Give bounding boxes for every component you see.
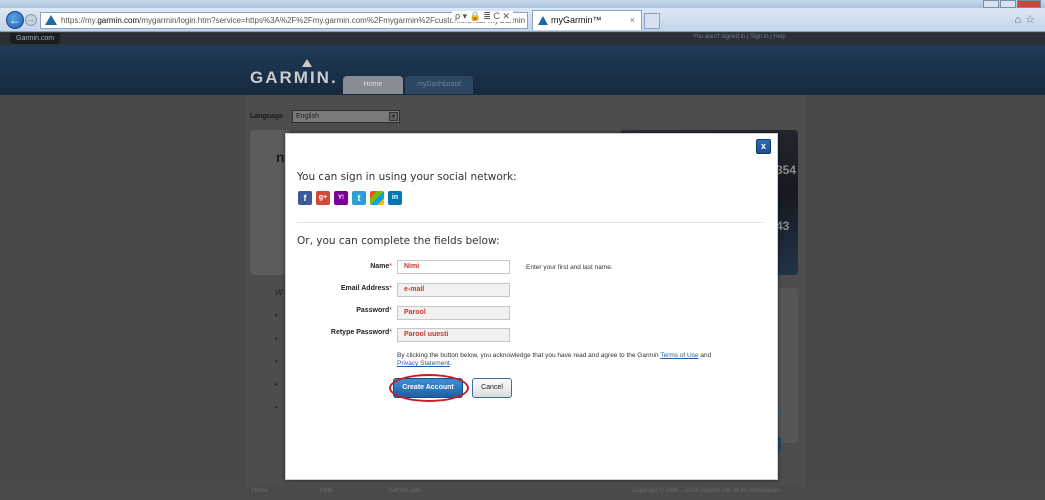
- banner-letter: n: [276, 149, 285, 165]
- tab-title: myGarmin™: [551, 15, 602, 25]
- list-item: •: [275, 334, 278, 343]
- required-mark: *: [389, 285, 392, 292]
- email-label-text: Email Address: [340, 285, 390, 292]
- language-label: Language: [250, 113, 284, 120]
- footer-garmin-link[interactable]: Garmin.com: [388, 488, 421, 494]
- window-close-button[interactable]: [1017, 0, 1041, 8]
- email-label: Email Address*: [291, 285, 392, 292]
- feature-list: W • • • • •: [275, 288, 283, 426]
- close-icon[interactable]: x: [756, 139, 771, 154]
- required-mark: *: [389, 263, 392, 270]
- new-tab-button[interactable]: [644, 13, 660, 29]
- tab-mydashboard[interactable]: myDashboard: [405, 76, 473, 94]
- logo-text: GARMIN.: [250, 68, 338, 87]
- site-header: [0, 45, 1045, 95]
- consent-and: and: [698, 352, 712, 359]
- retype-password-label: Retype Password*: [291, 329, 392, 336]
- browser-toolbar: ← → https://my.garmin.com/mygarmin/login…: [0, 8, 1045, 32]
- list-item: •: [275, 357, 278, 366]
- maximize-button[interactable]: [1000, 0, 1016, 8]
- language-select[interactable]: English ▼: [292, 110, 400, 123]
- address-bar-tools[interactable]: ρ ▾ 🔒 ≣ C ✕: [452, 11, 513, 22]
- name-label: Name*: [291, 263, 392, 270]
- window-controls: [983, 0, 1041, 8]
- divider: [297, 222, 763, 223]
- signin-modal: x You can sign in using your social netw…: [285, 133, 778, 480]
- consent-body: By clicking the button below, you acknow…: [397, 352, 661, 359]
- cancel-button[interactable]: Cancel: [472, 378, 512, 398]
- signin-status: You aren't signed in | Sign in | Help: [693, 34, 786, 40]
- site-favicon-icon: [45, 15, 57, 25]
- twitter-icon[interactable]: t: [352, 191, 366, 205]
- password-label: Password*: [291, 307, 392, 314]
- retype-password-field[interactable]: Parool uuesti: [397, 328, 510, 342]
- chevron-down-icon[interactable]: ▼: [389, 112, 398, 121]
- garmin-logo: GARMIN.: [250, 59, 338, 88]
- name-field[interactable]: Nimi: [397, 260, 510, 274]
- banner-number: 43: [776, 219, 790, 233]
- email-field[interactable]: e-mail: [397, 283, 510, 297]
- required-mark: *: [389, 307, 392, 314]
- url-prefix: https://my.: [61, 16, 98, 25]
- browser-tab[interactable]: myGarmin™ ×: [532, 10, 642, 30]
- footer-help-link[interactable]: Help: [320, 488, 332, 494]
- windows-live-icon[interactable]: [370, 191, 384, 205]
- privacy-statement-link[interactable]: Privacy Statement: [397, 360, 450, 367]
- fields-heading: Or, you can complete the fields below:: [297, 235, 500, 247]
- back-button[interactable]: ←: [6, 11, 24, 29]
- social-heading: You can sign in using your social networ…: [297, 171, 517, 183]
- logo-triangle-icon: [302, 59, 312, 67]
- name-hint: Enter your first and last name.: [526, 264, 613, 271]
- create-account-button[interactable]: Create Account: [393, 378, 463, 398]
- google-plus-icon[interactable]: g+: [316, 191, 330, 205]
- footer-copyright: Copyright © 1996 – 2014 Garmin Ltd. or i…: [632, 488, 780, 494]
- language-value: English: [296, 113, 319, 120]
- window-title-bar: [0, 0, 1045, 8]
- yahoo-icon[interactable]: Y!: [334, 191, 348, 205]
- social-icon-list: f g+ Y! t in: [298, 191, 402, 205]
- list-item: •: [275, 403, 278, 412]
- password-field[interactable]: Parool: [397, 306, 510, 320]
- consent-period: .: [449, 360, 452, 367]
- browser-right-tools[interactable]: ⌂☆: [1014, 13, 1039, 26]
- terms-of-use-link[interactable]: Terms of Use: [660, 352, 698, 359]
- retype-password-label-text: Retype Password: [330, 329, 390, 336]
- linkedin-icon[interactable]: in: [388, 191, 402, 205]
- forward-button[interactable]: →: [25, 14, 37, 26]
- required-mark: *: [389, 329, 392, 336]
- banner-number: 354: [776, 163, 797, 177]
- garmin-com-link[interactable]: Garmin.com: [10, 33, 61, 44]
- feature-heading: W: [275, 288, 283, 297]
- site-top-bar: Garmin.com You aren't signed in | Sign i…: [0, 33, 1045, 45]
- tab-favicon-icon: [538, 16, 548, 25]
- footer-home-link[interactable]: Home: [252, 488, 268, 494]
- site-footer: Home Help Garmin.com Copyright © 1996 – …: [0, 486, 1045, 500]
- consent-text: By clicking the button below, you acknow…: [397, 352, 769, 368]
- name-label-text: Name: [370, 263, 390, 270]
- facebook-icon[interactable]: f: [298, 191, 312, 205]
- tab-home[interactable]: Home: [343, 76, 403, 94]
- list-item: •: [275, 380, 278, 389]
- password-label-text: Password: [356, 307, 390, 314]
- list-item: •: [275, 311, 278, 320]
- url-domain: garmin.com: [97, 16, 140, 25]
- tab-close-icon[interactable]: ×: [630, 11, 635, 30]
- minimize-button[interactable]: [983, 0, 999, 8]
